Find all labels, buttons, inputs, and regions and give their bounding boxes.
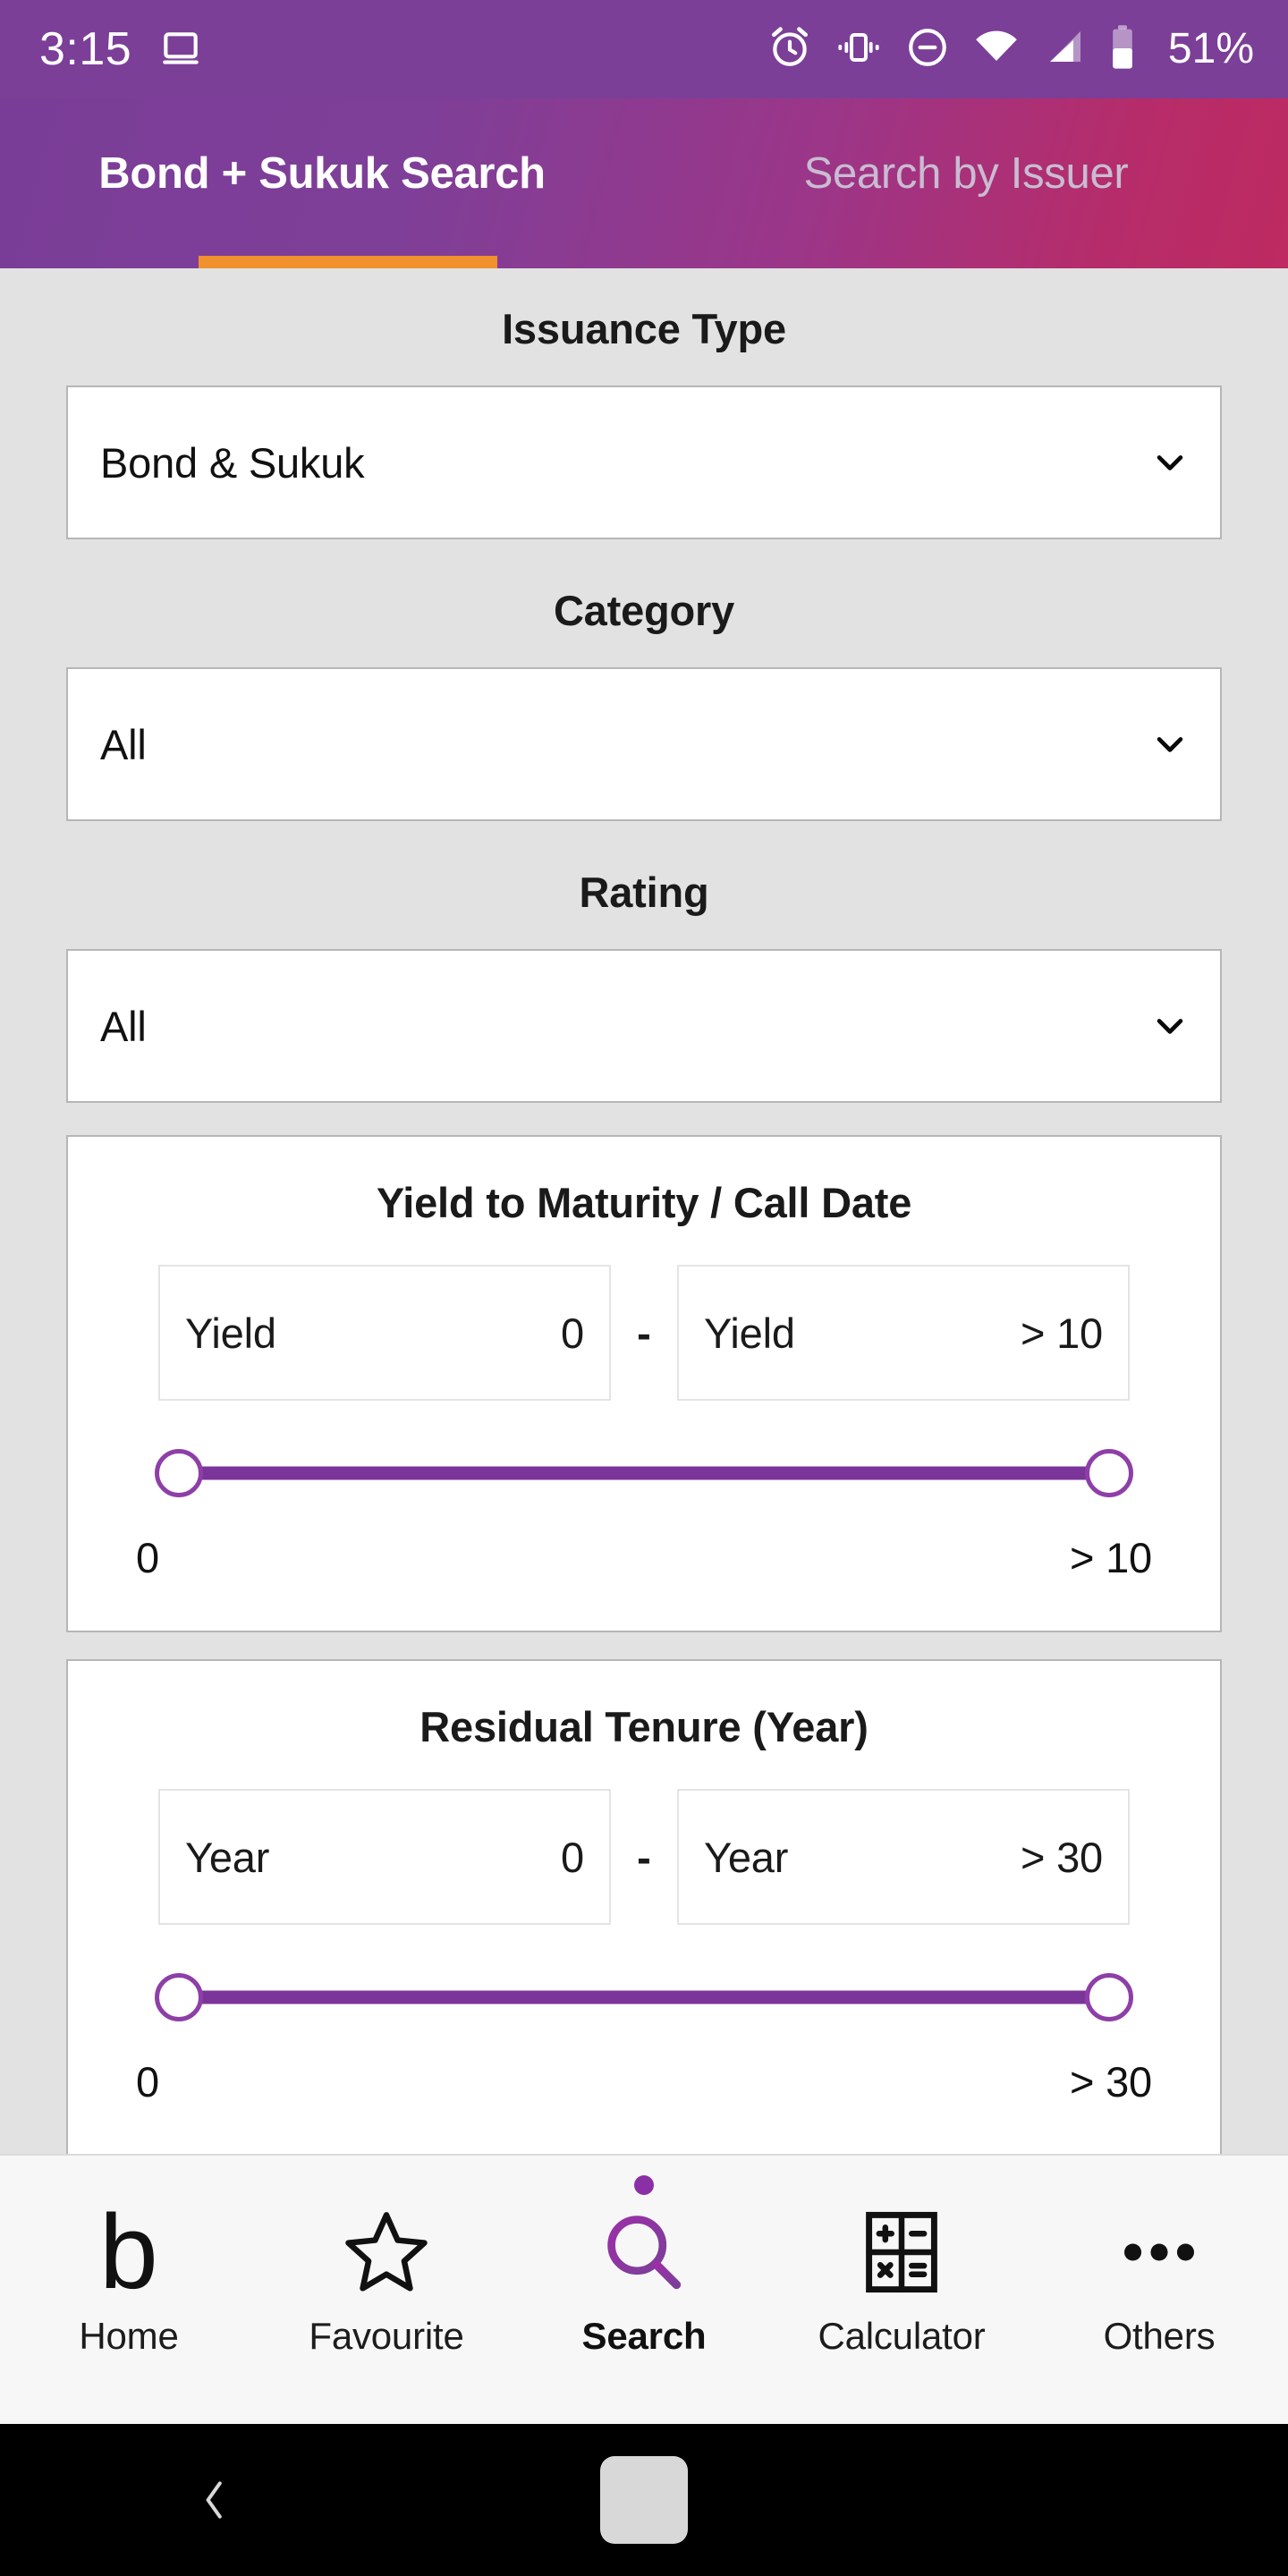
yield-scale-min: 0: [136, 1534, 159, 1581]
rating-label: Rating: [579, 869, 709, 916]
chevron-down-icon: [1150, 724, 1190, 764]
yield-range-title: Yield to Maturity / Call Date: [376, 1179, 912, 1226]
yield-range-card: Yield to Maturity / Call Date Yield 0 - …: [66, 1135, 1222, 1632]
status-bar-icons: 51%: [767, 24, 1254, 75]
issuance-type-label: Issuance Type: [502, 305, 786, 352]
tenure-scale-max: > 30: [1070, 2058, 1152, 2106]
ellipsis-icon: [1113, 2202, 1206, 2302]
android-system-nav: [0, 2424, 1288, 2576]
active-indicator-dot: [634, 2175, 654, 2195]
chevron-down-icon: [1150, 1006, 1190, 1046]
yield-range-separator: -: [637, 1309, 651, 1357]
yield-scale-max: > 10: [1070, 1534, 1152, 1581]
tenure-range-title: Residual Tenure (Year): [419, 1703, 869, 1750]
tenure-min-placeholder: Year: [185, 1833, 270, 1881]
nav-item-calculator-label: Calculator: [818, 2315, 986, 2357]
tenure-range-inputs: Year 0 - Year > 30: [68, 1751, 1220, 1925]
tenure-min-value: 0: [561, 1833, 584, 1881]
tenure-slider-thumb-max[interactable]: [1085, 1973, 1133, 2021]
status-bar: 3:15 51%: [0, 0, 1288, 98]
do-not-disturb-icon: [905, 25, 950, 74]
tenure-range-card: Residual Tenure (Year) Year 0 - Year > 3…: [66, 1659, 1222, 2154]
back-chevron-icon[interactable]: [0, 2475, 429, 2525]
issuance-type-value: Bond & Sukuk: [100, 438, 365, 487]
yield-slider-thumb-max[interactable]: [1085, 1449, 1133, 1497]
yield-max-placeholder: Yield: [704, 1309, 795, 1357]
yield-range-slider[interactable]: [155, 1444, 1133, 1503]
nav-item-home[interactable]: b Home: [0, 2156, 258, 2424]
rating-value: All: [100, 1002, 147, 1050]
yield-range-inputs: Yield 0 - Yield > 10: [68, 1227, 1220, 1401]
nav-item-home-label: Home: [79, 2315, 179, 2357]
category-label: Category: [553, 587, 735, 634]
tenure-scale-min: 0: [136, 2058, 159, 2106]
nav-item-calculator[interactable]: Calculator: [773, 2156, 1030, 2424]
yield-slider-thumb-min[interactable]: [155, 1449, 203, 1497]
nav-item-search-label: Search: [581, 2315, 707, 2357]
nav-item-favourite[interactable]: Favourite: [258, 2156, 515, 2424]
search-form: Issuance Type Bond & Sukuk Category All …: [0, 268, 1288, 2154]
home-pill-shape: [599, 2456, 688, 2544]
spacer-top: [0, 268, 1288, 304]
battery-percent-label: 51%: [1167, 25, 1254, 72]
nav-item-favourite-label: Favourite: [309, 2315, 464, 2357]
home-pill-icon[interactable]: [429, 2456, 859, 2544]
battery-icon: [1109, 24, 1136, 75]
bottom-navigation: b Home Favourite Search Calculator Other…: [0, 2154, 1288, 2424]
b-logo-glyph: b: [99, 2192, 158, 2311]
alarm-icon: [767, 25, 812, 74]
tab-bond-sukuk-search-label: Bond + Sukuk Search: [98, 149, 546, 198]
tenure-slider-thumb-min[interactable]: [155, 1973, 203, 2021]
nav-item-search[interactable]: Search: [515, 2156, 773, 2424]
vibrate-icon: [835, 25, 882, 74]
b-logo-icon: b: [99, 2192, 158, 2311]
tenure-max-placeholder: Year: [704, 1833, 789, 1881]
wifi-icon: [973, 25, 1020, 74]
cellular-signal-icon: [1043, 25, 1086, 74]
tab-search-by-issuer-label: Search by Issuer: [803, 149, 1129, 198]
tab-search-by-issuer[interactable]: Search by Issuer: [644, 98, 1288, 268]
cast-icon: [158, 27, 203, 72]
yield-slider-scale: 0 > 10: [136, 1533, 1152, 1631]
tenure-max-value: > 30: [1021, 1833, 1103, 1881]
category-select[interactable]: All: [66, 667, 1222, 821]
nav-item-others[interactable]: Others: [1030, 2156, 1288, 2424]
tenure-range-slider[interactable]: [155, 1968, 1133, 2027]
tenure-min-input[interactable]: Year 0: [158, 1789, 611, 1925]
tenure-slider-track: [179, 1990, 1109, 2004]
tab-bond-sukuk-search[interactable]: Bond + Sukuk Search: [0, 98, 644, 268]
yield-slider-track: [179, 1466, 1109, 1480]
calculator-icon: [859, 2202, 945, 2302]
rating-select[interactable]: All: [66, 949, 1222, 1103]
status-bar-clock: 3:15: [39, 23, 132, 75]
yield-max-input[interactable]: Yield > 10: [677, 1265, 1130, 1401]
tenure-slider-scale: 0 > 30: [136, 2057, 1152, 2154]
magnifier-icon: [597, 2202, 691, 2302]
active-tab-indicator: [199, 256, 497, 268]
issuance-type-select[interactable]: Bond & Sukuk: [66, 386, 1222, 539]
yield-max-value: > 10: [1021, 1309, 1103, 1357]
tab-bar: Bond + Sukuk Search Search by Issuer: [0, 98, 1288, 268]
yield-min-input[interactable]: Yield 0: [158, 1265, 611, 1401]
chevron-down-icon: [1150, 443, 1190, 482]
star-outline-icon: [340, 2202, 433, 2302]
tenure-range-separator: -: [637, 1833, 651, 1881]
category-value: All: [100, 720, 147, 768]
phone-screen: 3:15 51% Bond + Sukuk Search Search by I…: [0, 0, 1288, 2576]
tenure-max-input[interactable]: Year > 30: [677, 1789, 1130, 1925]
app-header: Bond + Sukuk Search Search by Issuer: [0, 98, 1288, 268]
yield-min-placeholder: Yield: [185, 1309, 276, 1357]
nav-item-others-label: Others: [1103, 2315, 1216, 2357]
yield-min-value: 0: [561, 1309, 584, 1357]
